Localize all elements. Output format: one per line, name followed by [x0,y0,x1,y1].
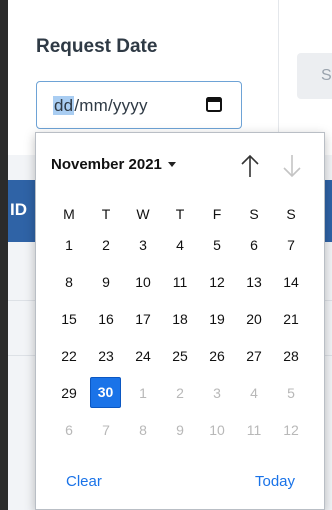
previous-month-arrow-icon[interactable] [240,153,260,179]
calendar-day[interactable]: 8 [54,268,84,296]
weekday-label: T [101,206,111,222]
search-button[interactable]: S [297,53,332,99]
calendar-day[interactable]: 7 [276,231,306,259]
date-input-text: dd/mm/yyyy [53,96,148,116]
calendar-day[interactable]: 11 [165,268,195,296]
request-date-input[interactable]: dd/mm/yyyy [36,81,242,129]
calendar-day-outside-month[interactable]: 8 [128,416,158,444]
calendar-day[interactable]: 10 [128,268,158,296]
calendar-day[interactable]: 17 [128,305,158,333]
calendar-day[interactable]: 6 [239,231,269,259]
weekday-label: M [63,206,75,222]
calendar-day-outside-month[interactable]: 2 [165,379,195,407]
calendar-day[interactable]: 12 [202,268,232,296]
calendar-day[interactable]: 29 [54,379,84,407]
calendar-day-outside-month[interactable]: 6 [54,416,84,444]
month-year-label: November 2021 [51,156,162,173]
calendar-day[interactable]: 21 [276,305,306,333]
weekday-label: F [212,206,222,222]
calendar-day[interactable]: 3 [128,231,158,259]
calendar-icon[interactable] [205,95,223,113]
calendar-day[interactable]: 26 [202,342,232,370]
calendar-day-outside-month[interactable]: 12 [276,416,306,444]
calendar-day-outside-month[interactable]: 11 [239,416,269,444]
today-button[interactable]: Today [255,473,295,490]
month-year-selector[interactable]: November 2021 [51,156,176,173]
calendar-day[interactable]: 13 [239,268,269,296]
calendar-day[interactable]: 19 [202,305,232,333]
calendar-day[interactable]: 18 [165,305,195,333]
calendar-day[interactable]: 16 [91,305,121,333]
next-month-arrow-icon[interactable] [282,153,302,179]
calendar-day-outside-month[interactable]: 4 [239,379,269,407]
calendar-day-outside-month[interactable]: 3 [202,379,232,407]
calendar-day[interactable]: 2 [91,231,121,259]
weekday-label: S [249,206,259,222]
calendar-day[interactable]: 28 [276,342,306,370]
caret-down-icon [167,162,176,167]
column-header-id[interactable]: ID [10,200,27,220]
calendar-day[interactable]: 9 [91,268,121,296]
clear-button[interactable]: Clear [66,473,102,490]
date-month-year-segment[interactable]: /mm/yyyy [74,96,147,115]
date-day-segment[interactable]: dd [53,96,75,115]
calendar-day-outside-month[interactable]: 7 [91,416,121,444]
calendar-day[interactable]: 22 [54,342,84,370]
calendar-day[interactable]: 15 [54,305,84,333]
calendar-day-outside-month[interactable]: 9 [165,416,195,444]
calendar-day[interactable]: 25 [165,342,195,370]
weekday-label: W [136,206,150,222]
calendar-day[interactable]: 20 [239,305,269,333]
calendar-day[interactable]: 23 [91,342,121,370]
calendar-day-outside-month[interactable]: 5 [276,379,306,407]
calendar-day[interactable]: 5 [202,231,232,259]
calendar-day[interactable]: 1 [54,231,84,259]
date-picker-popup: November 2021 MTWTFSS 1 2 3 4 5 6 7 8 9 10 11 12 13 1… [35,132,325,510]
calendar-day-outside-month[interactable]: 10 [202,416,232,444]
calendar-day-selected[interactable]: 30 [90,377,121,408]
weekday-label: T [175,206,185,222]
calendar-day-outside-month[interactable]: 1 [128,379,158,407]
request-date-label: Request Date [36,36,158,57]
calendar-day[interactable]: 27 [239,342,269,370]
calendar-day[interactable]: 4 [165,231,195,259]
calendar-day[interactable]: 14 [276,268,306,296]
weekday-label: S [286,206,296,222]
calendar-day[interactable]: 24 [128,342,158,370]
